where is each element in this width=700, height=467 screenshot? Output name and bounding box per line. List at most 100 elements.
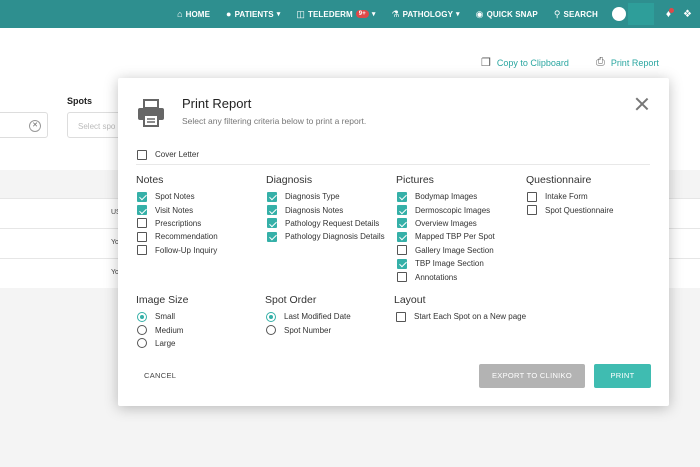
notes-checkbox[interactable] bbox=[137, 245, 147, 256]
pictures-checkbox[interactable] bbox=[397, 231, 407, 242]
notes-option[interactable]: Recommendation bbox=[137, 230, 218, 243]
pictures-option-label: Dermoscopic Images bbox=[415, 205, 491, 215]
diagnosis-checkbox[interactable] bbox=[267, 205, 277, 216]
pictures-checkbox[interactable] bbox=[397, 245, 407, 256]
diagnosis-checkbox[interactable] bbox=[267, 218, 277, 229]
clear-icon[interactable]: ✕ bbox=[29, 120, 41, 132]
nav-pathology[interactable]: ⚗ PATHOLOGY ▾ bbox=[391, 9, 459, 20]
diagnosis-checkbox[interactable] bbox=[267, 231, 277, 242]
spot-order-radio[interactable] bbox=[266, 325, 276, 336]
questionnaire-option-label: Intake Form bbox=[545, 192, 588, 202]
image-size-option[interactable]: Large bbox=[137, 337, 183, 350]
printer-icon: ⎙ bbox=[596, 56, 605, 68]
image-size-title: Image Size bbox=[136, 294, 189, 306]
notes-checkbox[interactable] bbox=[137, 218, 147, 229]
pictures-checkbox[interactable] bbox=[397, 272, 407, 283]
pictures-option[interactable]: Dermoscopic Images bbox=[397, 203, 495, 216]
pictures-option-label: Bodymap Images bbox=[415, 192, 478, 202]
pictures-checkbox[interactable] bbox=[397, 191, 407, 202]
divider bbox=[136, 164, 650, 165]
chevron-down-icon: ▾ bbox=[371, 11, 376, 18]
notes-checkbox[interactable] bbox=[137, 231, 147, 242]
diagnosis-option-label: Diagnosis Type bbox=[285, 192, 340, 202]
diagnosis-option-label: Pathology Request Details bbox=[285, 218, 380, 228]
nav-search-label: SEARCH bbox=[563, 9, 598, 19]
nav-patients-label: PATIENTS bbox=[234, 9, 274, 19]
notes-checkbox[interactable] bbox=[137, 205, 147, 216]
spot-order-option[interactable]: Last Modified Date bbox=[266, 310, 351, 323]
cover-letter-option[interactable]: Cover Letter bbox=[137, 148, 199, 161]
diagnosis-option-label: Diagnosis Notes bbox=[285, 205, 344, 215]
print-button[interactable]: PRINT bbox=[594, 364, 651, 388]
pictures-checkbox[interactable] bbox=[397, 205, 407, 216]
notes-option[interactable]: Visit Notes bbox=[137, 203, 218, 216]
questionnaire-checkbox[interactable] bbox=[527, 191, 537, 202]
modal-subtitle: Select any filtering criteria below to p… bbox=[182, 116, 367, 126]
help-icon[interactable]: ❖ bbox=[683, 9, 692, 20]
image-size-radio[interactable] bbox=[137, 325, 147, 336]
image-size-option[interactable]: Medium bbox=[137, 323, 183, 336]
image-size-option-label: Large bbox=[155, 338, 176, 348]
questionnaire-option-label: Spot Questionnaire bbox=[545, 205, 614, 215]
pictures-option[interactable]: Gallery Image Section bbox=[397, 244, 495, 257]
nav-telederm[interactable]: ◫ TELEDERM 9+ ▾ bbox=[296, 9, 375, 20]
image-size-options: Small Medium Large bbox=[137, 310, 183, 350]
avatar[interactable] bbox=[611, 7, 626, 21]
copy-to-clipboard-label: Copy to Clipboard bbox=[496, 57, 569, 68]
layout-checkbox[interactable] bbox=[396, 311, 406, 322]
print-report-link[interactable]: ⎙ Print Report bbox=[596, 56, 659, 69]
image-size-radio[interactable] bbox=[137, 311, 147, 322]
nav-quick-snap-label: QUICK SNAP bbox=[486, 9, 538, 19]
pictures-option[interactable]: Annotations bbox=[397, 270, 495, 283]
microscope-icon: ⚗ bbox=[391, 8, 400, 19]
image-size-radio[interactable] bbox=[137, 338, 147, 349]
image-size-option[interactable]: Small bbox=[137, 310, 183, 323]
pictures-option[interactable]: Bodymap Images bbox=[397, 190, 495, 203]
pictures-checkbox[interactable] bbox=[397, 218, 407, 229]
layout-option[interactable]: Start Each Spot on a New page bbox=[396, 310, 526, 323]
questionnaire-option[interactable]: Spot Questionnaire bbox=[527, 203, 614, 216]
diagnosis-option[interactable]: Pathology Diagnosis Details bbox=[267, 230, 385, 243]
layout-options: Start Each Spot on a New page bbox=[396, 310, 526, 323]
pictures-checkbox[interactable] bbox=[397, 258, 407, 269]
filter-select[interactable]: ✕ bbox=[0, 112, 48, 138]
pictures-option[interactable]: Overview Images bbox=[397, 217, 495, 230]
notes-option[interactable]: Follow-Up Inquiry bbox=[137, 244, 218, 257]
pictures-option-label: Annotations bbox=[415, 272, 458, 282]
diagnosis-option[interactable]: Diagnosis Notes bbox=[267, 203, 385, 216]
questionnaire-option[interactable]: Intake Form bbox=[527, 190, 614, 203]
cancel-button[interactable]: CANCEL bbox=[144, 371, 176, 380]
copy-to-clipboard-link[interactable]: ❐ Copy to Clipboard bbox=[481, 56, 569, 69]
pictures-option[interactable]: Mapped TBP Per Spot bbox=[397, 230, 495, 243]
notes-checkbox[interactable] bbox=[137, 191, 147, 202]
cover-letter-checkbox[interactable] bbox=[137, 149, 147, 160]
export-to-cliniko-button[interactable]: EXPORT TO CLINIKO bbox=[479, 364, 585, 388]
questionnaire-title: Questionnaire bbox=[526, 174, 592, 186]
spot-order-title: Spot Order bbox=[265, 294, 317, 306]
nav-quick-snap[interactable]: ◉ QUICK SNAP bbox=[476, 9, 538, 20]
telederm-badge: 9+ bbox=[355, 10, 369, 18]
user-menu[interactable] bbox=[627, 3, 654, 25]
spot-order-radio[interactable] bbox=[266, 311, 276, 322]
close-icon[interactable] bbox=[634, 96, 650, 112]
pictures-option[interactable]: TBP Image Section bbox=[397, 257, 495, 270]
diagnosis-checkbox[interactable] bbox=[267, 191, 277, 202]
nav-search[interactable]: ⚲ SEARCH bbox=[554, 9, 598, 20]
notes-option[interactable]: Prescriptions bbox=[137, 217, 218, 230]
spot-order-option[interactable]: Spot Number bbox=[266, 323, 351, 336]
questionnaire-checkbox[interactable] bbox=[527, 205, 537, 216]
printer-icon bbox=[138, 99, 164, 127]
bell-icon[interactable]: ♦ bbox=[666, 7, 675, 20]
pictures-option-label: Gallery Image Section bbox=[415, 245, 494, 255]
notes-title: Notes bbox=[136, 174, 164, 186]
nav-home[interactable]: ⌂ HOME bbox=[177, 9, 210, 19]
notes-option-label: Recommendation bbox=[155, 232, 218, 242]
diagnosis-options: Diagnosis Type Diagnosis Notes Pathology R… bbox=[267, 190, 385, 244]
nav-telederm-label: TELEDERM bbox=[307, 9, 353, 19]
diagnosis-option[interactable]: Pathology Request Details bbox=[267, 217, 385, 230]
nav-patients[interactable]: ● PATIENTS ▾ bbox=[226, 9, 280, 19]
pictures-options: Bodymap Images Dermoscopic Images Overview… bbox=[397, 190, 495, 284]
notes-option[interactable]: Spot Notes bbox=[137, 190, 218, 203]
telederm-icon: ◫ bbox=[296, 8, 305, 19]
diagnosis-option[interactable]: Diagnosis Type bbox=[267, 190, 385, 203]
